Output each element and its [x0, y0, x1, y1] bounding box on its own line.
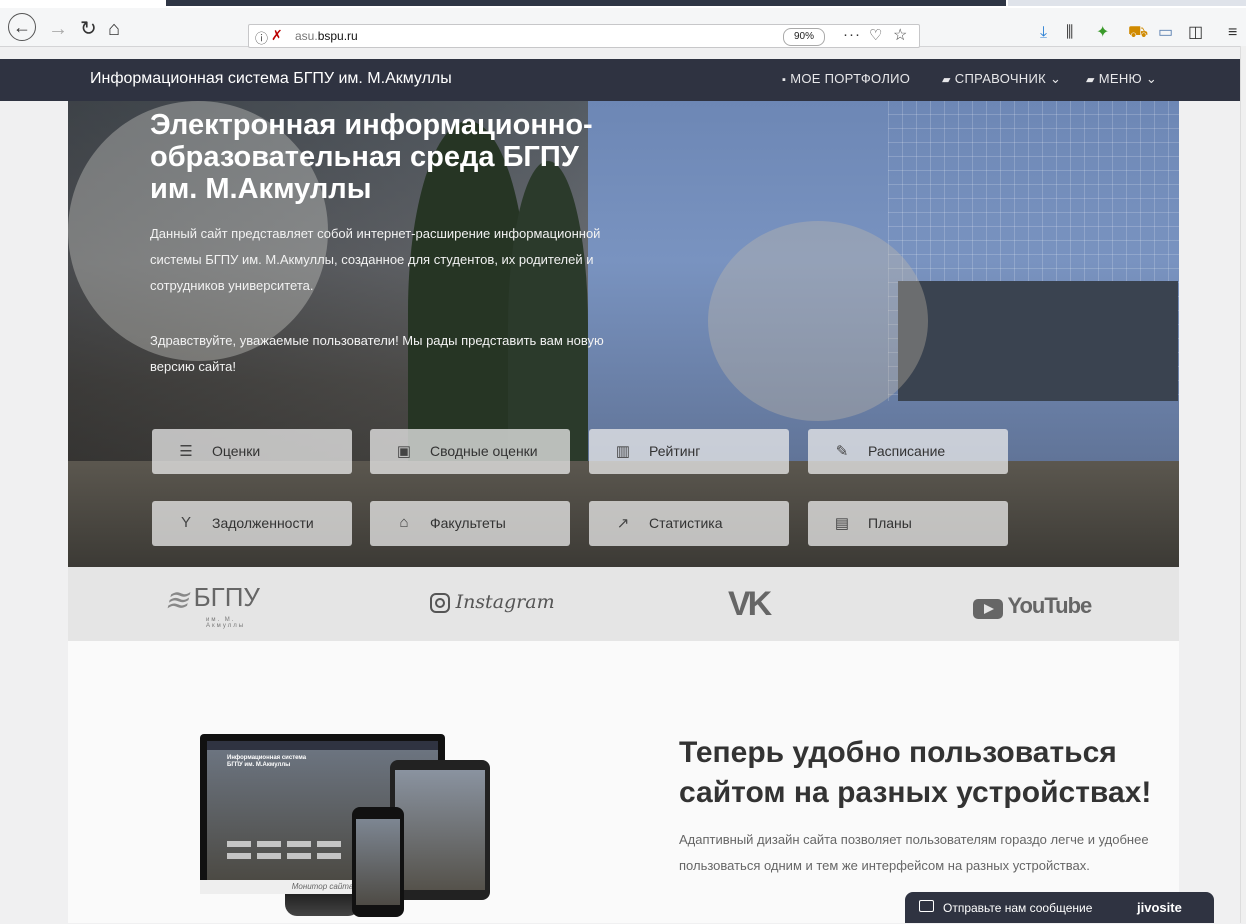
hero-intro-text: Данный сайт представляет собой интернет-…: [150, 226, 601, 293]
address-bar[interactable]: ⓘ ✗ asu.bspu.ru 90% ··· ♡ ☆: [248, 24, 920, 48]
youtube-label: YouTube: [1007, 593, 1092, 618]
mock-screen-title: Информационная система БГПУ им. М.Акмулл…: [227, 755, 307, 768]
chevron-down-icon: ⌄: [1049, 71, 1062, 86]
tile-label: Статистика: [649, 515, 723, 531]
tile-label: Факультеты: [430, 515, 506, 531]
phone-mockup: [352, 807, 404, 917]
forward-icon[interactable]: →: [48, 18, 68, 40]
zoom-indicator[interactable]: 90%: [783, 28, 825, 46]
bspu-logo-subtext: им. М. Акмуллы: [206, 617, 246, 629]
tile-summary-grades[interactable]: ▣ Сводные оценки: [370, 429, 570, 474]
site-title[interactable]: Информационная система БГПУ им. М.Акмулл…: [90, 70, 452, 88]
reload-icon[interactable]: ↻: [80, 18, 97, 40]
nav-portfolio[interactable]: ▪ МОЕ ПОРТФОЛИО: [782, 71, 910, 86]
devices-illustration: Информационная система БГПУ им. М.Акмулл…: [200, 734, 500, 924]
bspu-logo-link[interactable]: ≋ БГПУ им. М. Акмуллы: [164, 582, 260, 629]
hero-section: Электронная информационно-образовательна…: [68, 101, 1179, 567]
tile-label: Сводные оценки: [430, 443, 538, 459]
active-tab[interactable]: [166, 0, 1006, 6]
page-scrollbar[interactable]: [1240, 46, 1246, 923]
university-icon: ⌂: [399, 514, 409, 531]
envelope-icon: [919, 900, 934, 912]
monitor-stand: [285, 894, 360, 916]
social-links-strip: ≋ БГПУ им. М. Акмуллы Instagram VK YouTu…: [68, 567, 1179, 641]
responsive-text: Адаптивный дизайн сайта позволяет пользо…: [679, 832, 1149, 873]
tile-faculties[interactable]: ⌂ Факультеты: [370, 501, 570, 546]
edit-icon: ✎: [835, 443, 849, 460]
vk-icon: VK: [728, 585, 772, 623]
jivosite-chat-widget[interactable]: Отправьте нам сообщение jivosite: [905, 892, 1214, 923]
youtube-play-icon: [973, 598, 1003, 619]
line-chart-icon: ↗: [616, 515, 630, 532]
tile-grades[interactable]: ☰ Оценки: [152, 429, 352, 474]
bar-chart-icon: ▥: [615, 443, 631, 460]
nav-directory[interactable]: ▰ СПРАВОЧНИК ⌄: [942, 71, 1061, 87]
sidebar-icon[interactable]: ◫: [1188, 24, 1203, 42]
back-icon[interactable]: ←: [8, 13, 36, 41]
instagram-label: Instagram: [455, 591, 555, 613]
cart-extension-icon[interactable]: ⛟: [1128, 24, 1148, 42]
tile-label: Расписание: [868, 443, 946, 459]
tile-schedule[interactable]: ✎ Расписание: [808, 429, 1008, 474]
instagram-link[interactable]: Instagram: [430, 591, 555, 614]
hero-blossom: [708, 221, 928, 421]
tile-label: Рейтинг: [649, 443, 701, 459]
site-navbar: Информационная система БГПУ им. М.Акмулл…: [0, 59, 1242, 101]
tile-label: Задолженности: [212, 515, 314, 531]
bookmark-star-icon[interactable]: ☆: [893, 25, 907, 45]
browser-toolbar: ← → ↻ ⌂ ⓘ ✗ asu.bspu.ru 90% ··· ♡ ☆ ⤓ ⫼ …: [0, 0, 1246, 48]
youtube-link[interactable]: YouTube: [973, 593, 1092, 619]
pocket-icon[interactable]: ♡: [869, 26, 882, 44]
responsive-heading: Теперь удобно пользоваться сайтом на раз…: [679, 736, 1152, 809]
book-icon: ▰: [1086, 74, 1095, 86]
tablet-mockup: [390, 760, 490, 900]
book-icon: ▰: [942, 74, 951, 86]
url-text[interactable]: asu.bspu.ru: [295, 29, 358, 43]
tile-statistics[interactable]: ↗ Статистика: [589, 501, 789, 546]
tile-rating[interactable]: ▥ Рейтинг: [589, 429, 789, 474]
home-icon[interactable]: ⌂: [108, 18, 120, 40]
tab-strip: [0, 0, 1246, 8]
responsive-section: Информационная система БГПУ им. М.Акмулл…: [68, 641, 1179, 923]
list-icon: ☰: [179, 443, 193, 460]
library-icon[interactable]: ⫼: [1066, 24, 1073, 42]
inactive-tab[interactable]: [1008, 0, 1246, 6]
vk-link[interactable]: VK: [728, 585, 772, 624]
menu-icon[interactable]: ≡: [1228, 24, 1237, 42]
instagram-icon: [430, 592, 450, 613]
tile-debts[interactable]: Y Задолженности: [152, 501, 352, 546]
car-icon: ▣: [396, 443, 412, 460]
briefcase-icon: ▪: [782, 74, 787, 86]
info-icon[interactable]: ⓘ: [255, 28, 268, 47]
extension-icon[interactable]: ✦: [1096, 24, 1109, 42]
chat-label: Отправьте нам сообщение: [943, 901, 1093, 915]
tile-plans[interactable]: ▤ Планы: [808, 501, 1008, 546]
insecure-icon[interactable]: ✗: [271, 27, 283, 44]
bspu-swoosh-icon: ≋: [164, 584, 190, 617]
yandex-icon: Y: [180, 514, 191, 531]
download-icon[interactable]: ⤓: [1040, 24, 1047, 42]
hero-welcome-text: Здравствуйте, уважаемые пользователи! Мы…: [150, 333, 604, 374]
newspaper-icon: ▤: [834, 515, 850, 532]
hero-title: Электронная информационно-образовательна…: [150, 109, 593, 205]
reader-extension-icon[interactable]: ▭: [1158, 24, 1173, 42]
jivosite-logo: jivosite: [1137, 900, 1182, 915]
nav-menu[interactable]: ▰ МЕНЮ ⌄: [1086, 71, 1157, 87]
tile-label: Оценки: [212, 443, 261, 459]
tile-label: Планы: [868, 515, 912, 531]
bspu-logo-text: БГПУ: [193, 582, 260, 612]
chevron-down-icon: ⌄: [1145, 71, 1158, 86]
page-actions-icon[interactable]: ···: [843, 26, 861, 43]
